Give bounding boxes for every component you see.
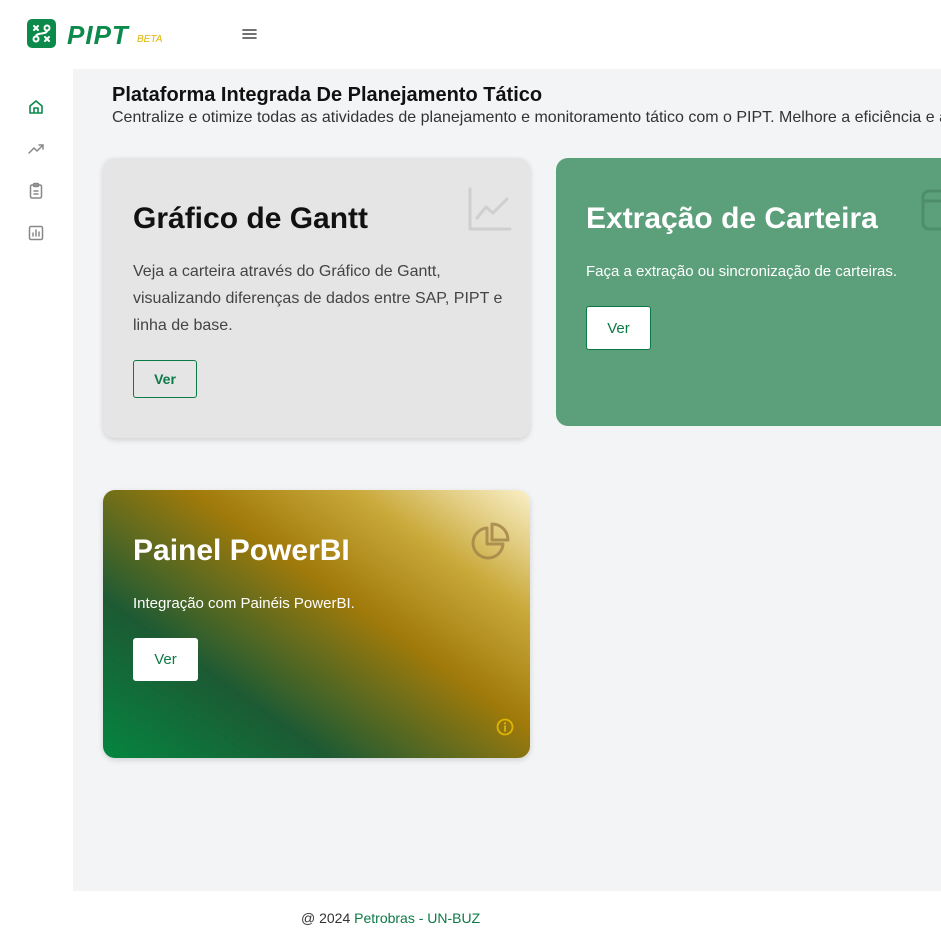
card-title: Extração de Carteira [586, 202, 878, 235]
card-description: Veja a carteira através do Gráfico de Ga… [133, 263, 503, 334]
gantt-view-button[interactable]: Ver [133, 360, 197, 398]
main-content: Plataforma Integrada De Planejamento Tát… [73, 69, 941, 891]
footer: @ 2024 Petrobras - UN-BUZ [73, 891, 941, 941]
footer-copyright: @ 2024 [301, 910, 355, 926]
footer-link[interactable]: Petrobras - UN-BUZ [354, 910, 480, 926]
window-icon [920, 188, 941, 239]
route-icon [27, 19, 56, 48]
bar-chart-icon[interactable] [27, 224, 45, 242]
sidebar [0, 69, 73, 941]
powerbi-card: Painel PowerBI Integração com Painéis Po… [103, 490, 530, 758]
trending-up-icon[interactable] [27, 140, 45, 158]
beta-badge: BETA [137, 34, 163, 45]
clipboard-icon[interactable] [27, 182, 45, 200]
gantt-card: Gráfico de Gantt Veja a carteira através… [103, 158, 530, 438]
top-bar: PIPT BETA [0, 0, 941, 69]
pie-chart-icon [467, 520, 513, 571]
brand-name: PIPT [67, 20, 129, 50]
info-icon[interactable] [496, 718, 514, 741]
footer-text: @ 2024 Petrobras - UN-BUZ [301, 910, 480, 926]
extraction-card: Extração de Carteira Faça a extração ou … [556, 158, 941, 426]
card-description: Faça a extração ou sincronização de cart… [586, 263, 897, 280]
page-title: Plataforma Integrada De Planejamento Tát… [112, 84, 543, 106]
page-subtitle: Centralize e otimize todas as atividades… [112, 109, 941, 126]
card-title: Painel PowerBI [133, 534, 350, 567]
card-description: Integração com Painéis PowerBI. [133, 595, 355, 612]
extraction-view-button[interactable]: Ver [586, 306, 651, 350]
line-chart-icon [467, 186, 513, 237]
card-title: Gráfico de Gantt [133, 202, 369, 235]
hamburger-menu-icon[interactable] [240, 25, 260, 43]
home-icon[interactable] [27, 98, 45, 116]
powerbi-view-button[interactable]: Ver [133, 638, 198, 681]
